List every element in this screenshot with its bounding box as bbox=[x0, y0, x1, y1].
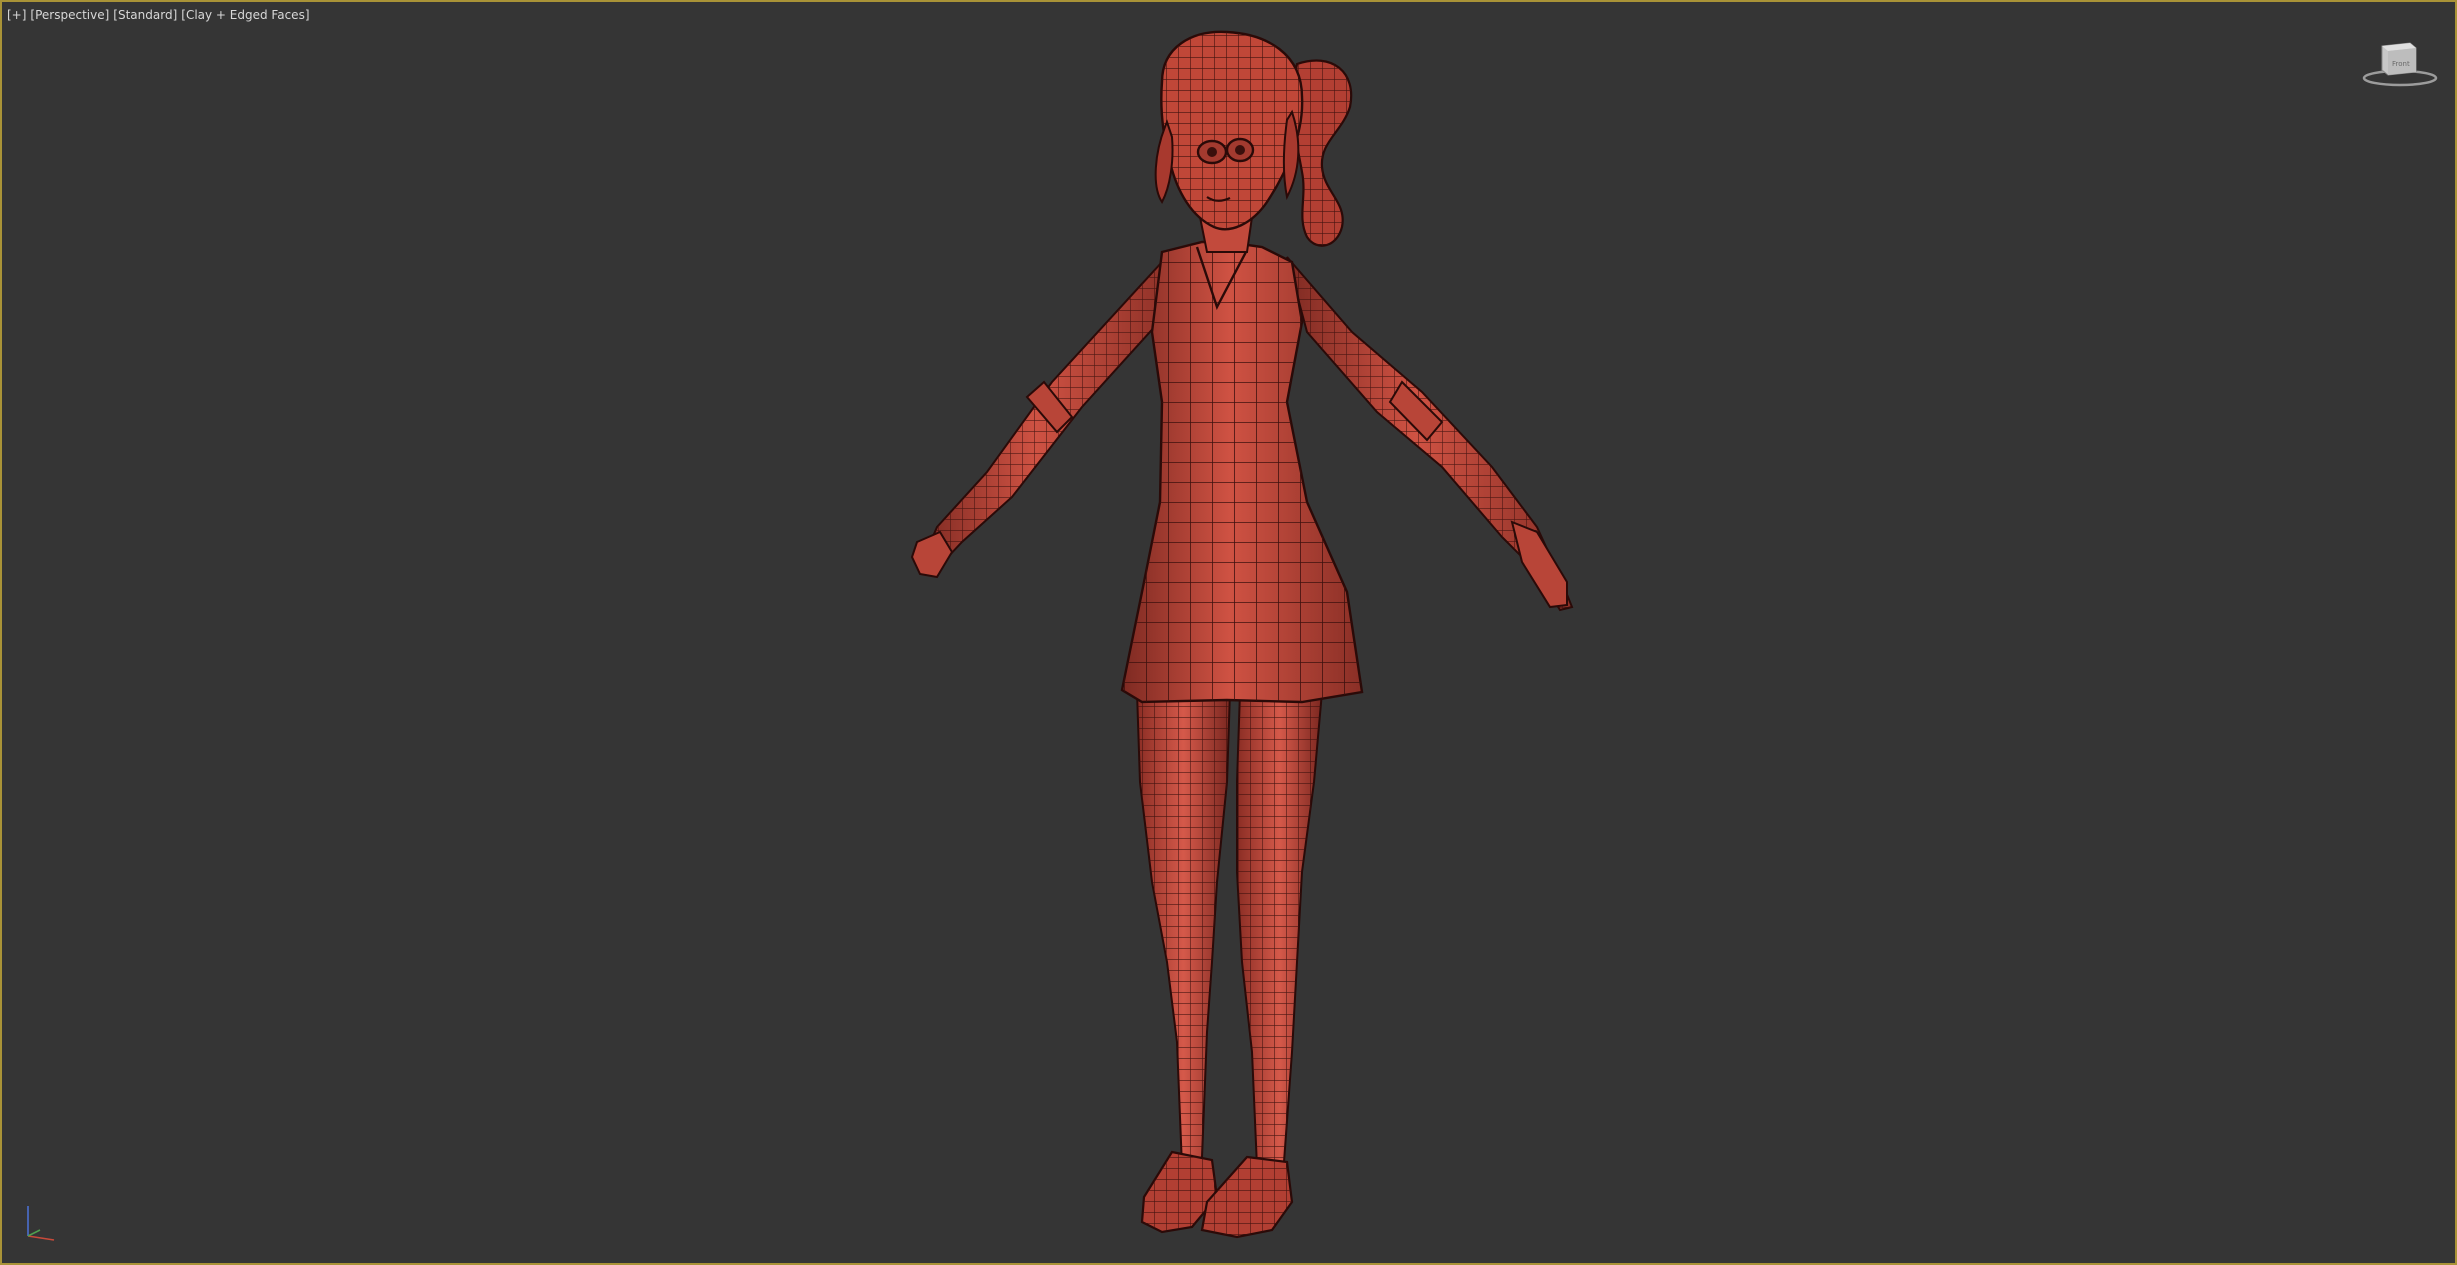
model-head[interactable] bbox=[1154, 30, 1304, 231]
viewcube-icon[interactable]: Front bbox=[2360, 38, 2440, 88]
model-legs[interactable] bbox=[1135, 691, 1324, 1169]
axis-tripod-icon bbox=[27, 1206, 55, 1241]
character-model[interactable] bbox=[2, 2, 2455, 1263]
model-left-arm[interactable] bbox=[918, 260, 1179, 576]
model-shoes[interactable] bbox=[1140, 1150, 1294, 1239]
perspective-viewport[interactable]: [+] [Perspective] [Standard] [Clay + Edg… bbox=[0, 0, 2457, 1265]
viewcube-face-label: Front bbox=[2392, 60, 2410, 68]
